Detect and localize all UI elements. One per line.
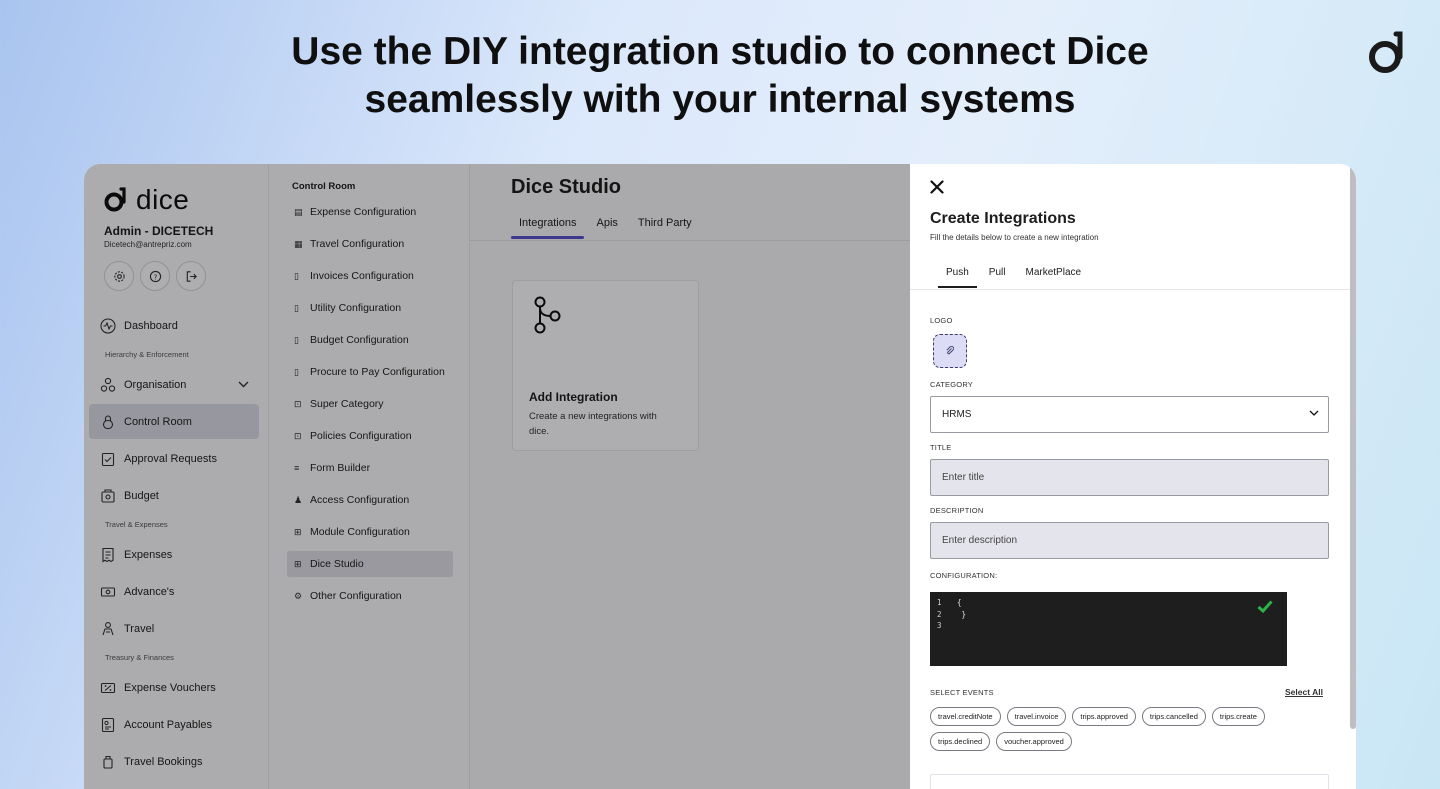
tab-pull[interactable]: Pull — [981, 264, 1014, 288]
line-number: 2 — [937, 609, 942, 619]
tab-marketplace[interactable]: MarketPlace — [1017, 264, 1089, 288]
headline: Use the DIY integration studio to connec… — [0, 28, 1440, 124]
close-icon[interactable] — [930, 180, 944, 194]
app-window: dice Admin - DICETECH Dicetech@antrepriz… — [84, 164, 1356, 789]
valid-check-icon — [1257, 600, 1273, 613]
code-text: } — [957, 609, 967, 619]
code-line: 3 — [937, 620, 1280, 632]
title-placeholder: Enter title — [942, 472, 985, 483]
event-chip[interactable]: trips.approved — [1072, 707, 1136, 726]
dice-logo-icon — [1369, 31, 1403, 73]
panel-tabs-divider — [910, 289, 1350, 290]
logo-upload[interactable] — [933, 334, 967, 368]
event-chip[interactable]: trips.declined — [930, 732, 991, 751]
paperclip-icon — [946, 346, 954, 355]
code-text: { — [957, 598, 962, 607]
next-section — [930, 774, 1329, 789]
event-chip[interactable]: travel.invoice — [1006, 707, 1067, 726]
event-chip[interactable]: voucher.approved — [996, 732, 1072, 751]
title-input[interactable]: Enter title — [930, 459, 1329, 496]
headline-line-2: seamlessly with your internal systems — [364, 78, 1076, 121]
panel-title: Create Integrations — [930, 210, 1076, 227]
logo-label: LOGO — [930, 316, 953, 325]
headline-line-1: Use the DIY integration studio to connec… — [291, 30, 1149, 73]
description-placeholder: Enter description — [942, 535, 1018, 546]
configuration-label: CONFIGURATION: — [930, 571, 998, 580]
category-value: HRMS — [942, 409, 972, 420]
select-all-link[interactable]: Select All — [1285, 687, 1323, 697]
event-chip[interactable]: trips.cancelled — [1141, 707, 1206, 726]
panel-tabs: Push Pull MarketPlace — [938, 264, 1089, 288]
category-select[interactable]: HRMS — [930, 396, 1329, 433]
event-chips: travel.creditNote travel.invoice trips.a… — [930, 707, 1330, 751]
line-number: 1 — [937, 598, 942, 607]
event-chip[interactable]: travel.creditNote — [930, 707, 1001, 726]
tab-push[interactable]: Push — [938, 264, 977, 288]
description-input[interactable]: Enter description — [930, 522, 1329, 559]
category-label: CATEGORY — [930, 380, 973, 389]
chevron-down-icon — [1309, 410, 1319, 416]
modal-backdrop[interactable] — [84, 164, 910, 789]
select-events-label: SELECT EVENTS — [930, 688, 994, 697]
event-chip[interactable]: trips.create — [1211, 707, 1265, 726]
title-label: TITLE — [930, 443, 952, 452]
panel-scrollbar[interactable] — [1350, 164, 1356, 729]
description-label: DESCRIPTION — [930, 506, 984, 515]
panel-subtitle: Fill the details below to create a new i… — [930, 233, 1099, 242]
line-number: 3 — [937, 621, 942, 630]
configuration-editor[interactable]: 1{ 2 } 3 — [930, 592, 1287, 666]
code-line: 1{ — [937, 597, 1280, 609]
create-integrations-panel: Create Integrations Fill the details bel… — [910, 164, 1356, 789]
code-line: 2 } — [937, 609, 1280, 621]
